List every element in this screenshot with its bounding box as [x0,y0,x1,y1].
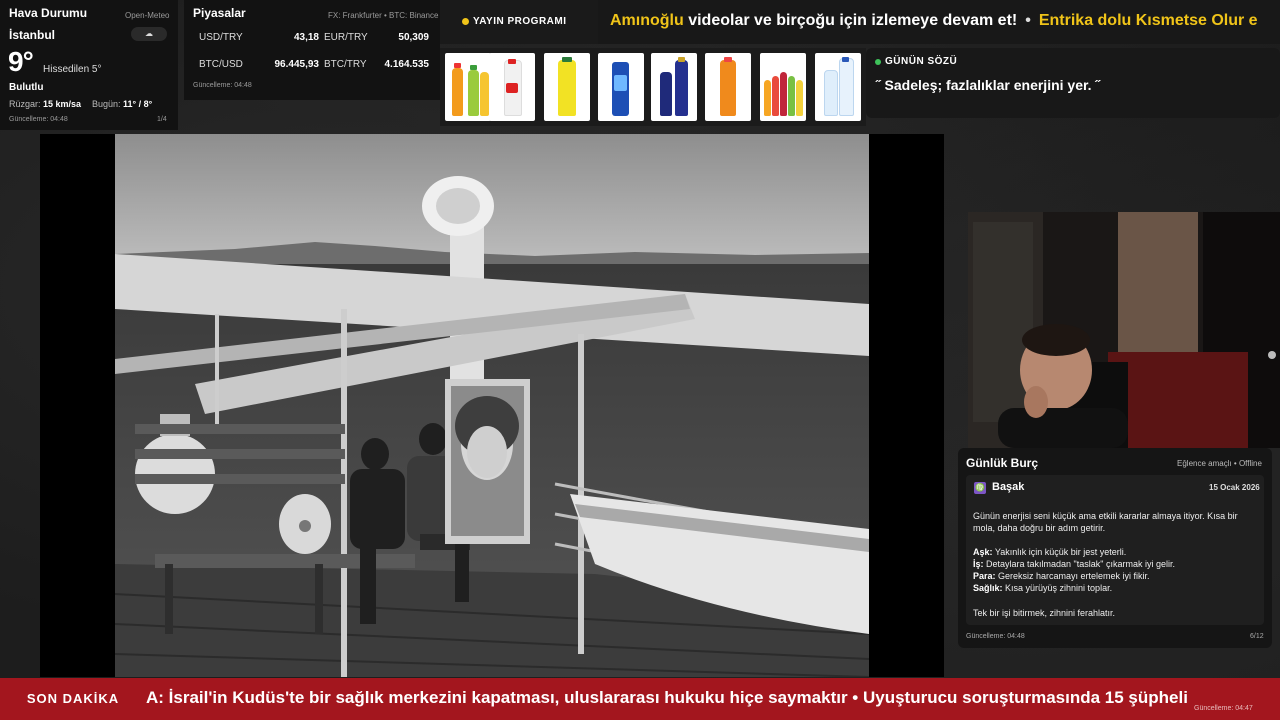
schedule-badge: YAYIN PROGRAMI [440,0,598,44]
weather-wind: Rüzgar: 15 km/sa [9,99,81,109]
streamer-camera-image [968,212,1280,448]
weather-condition: Bulutlu [9,82,44,93]
horoscope-title: Günlük Burç [966,456,1039,470]
weather-feels-like: Hissedilen 5° [43,64,102,75]
rate-label: USD/TRY [199,32,243,43]
product-orange-bottle [705,53,751,121]
product-yellow-bottle [544,53,590,121]
product-ad-strip [440,48,866,126]
marquee-highlight: Entrika dolu Kısmetse Olur e [1038,12,1258,29]
horoscope-updated: Güncelleme: 04:48 [966,633,1025,640]
video-player[interactable] [40,134,944,677]
horoscope-money: Para: Gereksiz harcamayı ertelemek iyi f… [973,571,1150,581]
ferry-scene-image [115,134,869,677]
virgo-icon: ♍ [974,482,986,494]
today-value: 11° / 8° [123,99,153,109]
quote-label: GÜNÜN SÖZÜ [885,56,958,67]
weather-updated: Güncelleme: 04:48 [9,116,68,123]
today-label: Bugün: [92,99,121,109]
product-orange-bottles [445,53,491,121]
cloud-icon: ☁ [131,27,167,41]
wind-value: 15 km/sa [43,99,82,109]
horoscope-sign: Başak [992,481,1025,493]
markets-widget: Piyasalar FX: Frankfurter • BTC: Binance… [184,0,440,100]
rate-value: 4.164.535 [384,59,430,70]
health-text: Kısa yürüyüş zihnini toplar. [1002,583,1113,593]
horoscope-love: Aşk: Yakınlık için küçük bir jest yeterl… [973,547,1126,557]
love-label: Aşk: [973,547,993,557]
marquee-text: Amınoğlu videolar ve birçoğu için izleme… [610,12,1258,30]
horoscope-subtitle: Eğlence amaçlı • Offline [1177,459,1262,468]
breaking-news-text: A: İsrail'in Kudüs'te bir sağlık merkezi… [146,688,1188,707]
breaking-label: SON DAKİKA [26,691,120,706]
work-text: Detaylara takılmadan "taslak" çıkarmak i… [983,559,1175,569]
breaking-updated: Güncelleme: 04:47 [1194,705,1253,712]
product-water-bottles [815,53,861,121]
horoscope-page-indicator: 6/12 [1250,633,1264,640]
work-label: İş: [973,559,984,569]
rate-value: 96.445,93 [274,59,320,70]
marquee-separator: • [1025,12,1031,29]
markets-updated: Güncelleme: 04:48 [193,82,252,89]
marquee-highlight: Amınoğlu [610,12,684,29]
status-dot-icon [875,59,881,65]
weather-page-indicator: 1/4 [157,116,167,123]
quote-of-the-day: GÜNÜN SÖZÜ ˝ Sadeleş; fazlalıklar enerji… [866,48,1280,118]
product-mixed-bottles [760,53,806,121]
money-text: Gereksiz harcamayı ertelemek iyi fikir. [995,571,1150,581]
weather-city: İstanbul [9,28,56,42]
horoscope-card: ♍ Başak 15 Ocak 2026 Günün enerjisi seni… [966,475,1264,625]
wind-label: Rüzgar: [9,99,41,109]
quote-text: ˝ Sadeleş; fazlalıklar enerjini yer. ˝ [876,77,1101,93]
product-white-bottle [489,53,535,121]
love-text: Yakınlık için küçük bir jest yeterli. [992,547,1127,557]
horoscope-work: İş: Detaylara takılmadan "taslak" çıkarm… [973,559,1175,569]
health-label: Sağlık: [973,583,1003,593]
horoscope-health: Sağlık: Kısa yürüyüş zihnini toplar. [973,583,1112,593]
marquee-message: videolar ve birçoğu için izlemeye devam … [683,12,1018,29]
weather-title: Hava Durumu [9,6,88,20]
horoscope-closing: Tek bir işi bitirmek, zihnini ferahlatır… [973,608,1116,618]
weather-temperature: 9° [8,46,34,77]
webcam-feed [968,212,1280,448]
markets-title: Piyasalar [193,6,246,20]
rate-value: 50,309 [398,32,429,43]
horoscope-intro: Günün enerjisi seni küçük ama etkili kar… [973,511,1238,533]
rate-label: BTC/USD [199,59,243,70]
rate-value: 43,18 [293,32,319,43]
daily-horoscope-widget: Günlük Burç Eğlence amaçlı • Offline ♍ B… [958,448,1272,648]
breaking-news-ticker: SON DAKİKA A: İsrail'in Kudüs'te bir sağ… [0,678,1280,720]
weather-source: Open-Meteo [125,11,170,20]
markets-source: FX: Frankfurter • BTC: Binance [328,11,439,20]
money-label: Para: [973,571,996,581]
weather-today: Bugün: 11° / 8° [92,99,152,109]
video-frame [115,134,869,677]
product-dark-blue-bottles [651,53,697,121]
schedule-label: YAYIN PROGRAMI [473,16,567,27]
product-blue-can [598,53,644,121]
schedule-dot-icon [462,18,469,25]
weather-widget: Hava Durumu Open-Meteo İstanbul ☁ 9° His… [0,0,178,130]
horoscope-date: 15 Ocak 2026 [1209,483,1260,492]
top-marquee: Amınoğlu videolar ve birçoğu için izleme… [598,0,1280,44]
